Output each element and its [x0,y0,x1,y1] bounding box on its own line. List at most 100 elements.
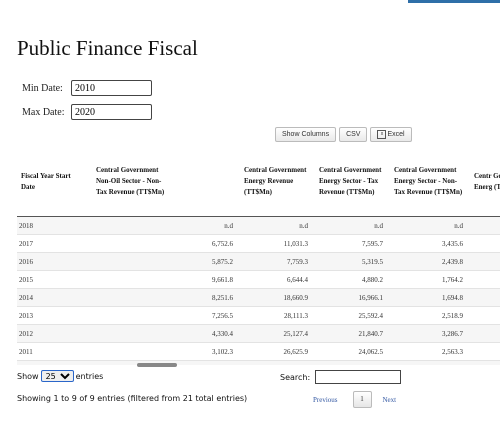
min-date-row: Min Date: [22,80,152,96]
search-input[interactable] [315,370,402,384]
value-cell: n.d [240,216,315,235]
empty-cell [470,270,500,289]
table-row: 2018 n.d n.d n.d n.d [17,216,500,235]
value-cell: 6,644.4 [240,270,315,289]
excel-icon: x [377,129,387,139]
data-table-container[interactable]: Fiscal Year Start Date Central Governmen… [17,147,500,365]
top-bar-accent [408,0,500,3]
year-cell: 2016 [17,252,90,271]
value-cell: n.d [90,216,240,235]
year-cell: 2013 [17,306,90,325]
value-cell: n.d [315,216,390,235]
empty-cell [470,324,500,343]
page-length-control: Show 25 entries [17,370,103,382]
csv-button[interactable]: CSV [339,127,368,142]
value-cell: 7,595.7 [315,234,390,253]
column-header-non-oil-non-tax[interactable]: Central Government Non-Oil Sector - Non-… [90,147,240,217]
table-row: 2016 5,875.2 7,759.3 5,319.5 2,439.8 [17,252,500,271]
value-cell: 4,330.4 [90,324,240,343]
empty-cell [470,234,500,253]
page-title: Public Finance Fiscal [17,36,198,60]
non-oil-header-text: Central Government Non-Oil Sector - Non-… [96,166,165,196]
column-header-energy-tax[interactable]: Central Government Energy Sector - Tax R… [315,147,390,217]
empty-cell [470,306,500,325]
empty-cell [470,360,500,365]
value-cell: 25,127.4 [240,324,315,343]
table-body: 2018 n.d n.d n.d n.d 2017 6,752.6 11,031.3 7,595… [17,216,500,365]
max-date-label: Max Date: [22,106,65,118]
value-cell: 1,764.2 [390,270,470,289]
value-cell: 24,636.6 [315,360,390,365]
value-cell: 3,286.7 [390,324,470,343]
table-row: 2012 4,330.4 25,127.4 21,840.7 3,286.7 [17,324,500,343]
value-cell: 2,439.8 [390,252,470,271]
column-header-energy-revenue[interactable]: Central Government Energy Revenue (TT$Mn… [240,147,315,217]
entries-label: entries [75,371,104,381]
data-table: Fiscal Year Start Date Central Governmen… [17,147,500,365]
show-label: Show [17,371,39,381]
value-cell: 16,966.1 [315,288,390,307]
page-size-select[interactable]: 25 [40,370,74,382]
value-cell: 18,660.9 [240,288,315,307]
table-row: 20102,663.227,169.824,636.62,533.1 [17,360,500,365]
value-cell: 3,102.3 [90,342,240,361]
value-cell: 9,661.8 [90,270,240,289]
value-cell: 21,840.7 [315,324,390,343]
year-cell: 2018 [17,216,90,235]
horizontal-scrollbar-thumb[interactable] [137,363,177,367]
value-cell: 24,062.5 [315,342,390,361]
year-cell: 2010 [17,360,90,365]
empty-cell [470,342,500,361]
empty-cell [470,288,500,307]
table-info: Showing 1 to 9 of 9 entries (filtered fr… [17,394,248,403]
table-header-row: Fiscal Year Start Date Central Governmen… [17,147,500,217]
min-date-label: Min Date: [22,82,63,94]
year-cell: 2017 [17,234,90,253]
year-cell: 2014 [17,288,90,307]
value-cell: 11,031.3 [240,234,315,253]
value-cell: 8,251.6 [90,288,240,307]
column-header-fiscal-year[interactable]: Fiscal Year Start Date [17,147,90,217]
value-cell: 1,694.8 [390,288,470,307]
next-page-button[interactable]: Next [383,396,397,404]
value-cell: 2,563.3 [390,342,470,361]
excel-button[interactable]: x Excel [370,127,412,142]
value-cell: 26,625.9 [240,342,315,361]
value-cell: 2,533.1 [390,360,470,365]
value-cell: 4,880.2 [315,270,390,289]
show-columns-button[interactable]: Show Columns [275,127,337,142]
column-header-energy-non-tax[interactable]: Central Government Energy Sector - Non-T… [390,147,470,217]
value-cell: n.d [390,216,470,235]
export-buttons: Show Columns CSV x Excel [275,127,415,142]
value-cell: 27,169.8 [240,360,315,365]
empty-cell [470,216,500,235]
page-1-button[interactable]: 1 [352,391,372,408]
value-cell: 6,752.6 [90,234,240,253]
column-header-truncated[interactable]: Centr Gover Energ (TT$ [470,147,500,217]
table-row: 2011 3,102.3 26,625.9 24,062.5 2,563.3 [17,342,500,361]
table-row: 2017 6,752.6 11,031.3 7,595.7 3,435.6 [17,234,500,253]
value-cell: 2,518.9 [390,306,470,325]
value-cell: 5,319.5 [315,252,390,271]
empty-cell [470,252,500,271]
value-cell: 28,111.3 [240,306,315,325]
pagination: Previous 1 Next [313,391,396,408]
min-date-input[interactable] [71,80,152,96]
table-row: 2015 9,661.8 6,644.4 4,880.2 1,764.2 [17,270,500,289]
excel-label: Excel [387,131,405,138]
search-control: Search: [280,370,402,384]
value-cell: 5,875.2 [90,252,240,271]
table-row: 2013 7,256.5 28,111.3 25,592.4 2,518.9 [17,306,500,325]
year-cell: 2011 [17,342,90,361]
search-label: Search: [280,372,311,382]
max-date-input[interactable] [71,104,152,120]
previous-page-button[interactable]: Previous [313,396,338,404]
year-cell: 2015 [17,270,90,289]
value-cell: 25,592.4 [315,306,390,325]
value-cell: 7,256.5 [90,306,240,325]
value-cell: 7,759.3 [240,252,315,271]
year-cell: 2012 [17,324,90,343]
table-row: 2014 8,251.6 18,660.9 16,966.1 1,694.8 [17,288,500,307]
value-cell: 3,435.6 [390,234,470,253]
max-date-row: Max Date: [22,104,152,120]
